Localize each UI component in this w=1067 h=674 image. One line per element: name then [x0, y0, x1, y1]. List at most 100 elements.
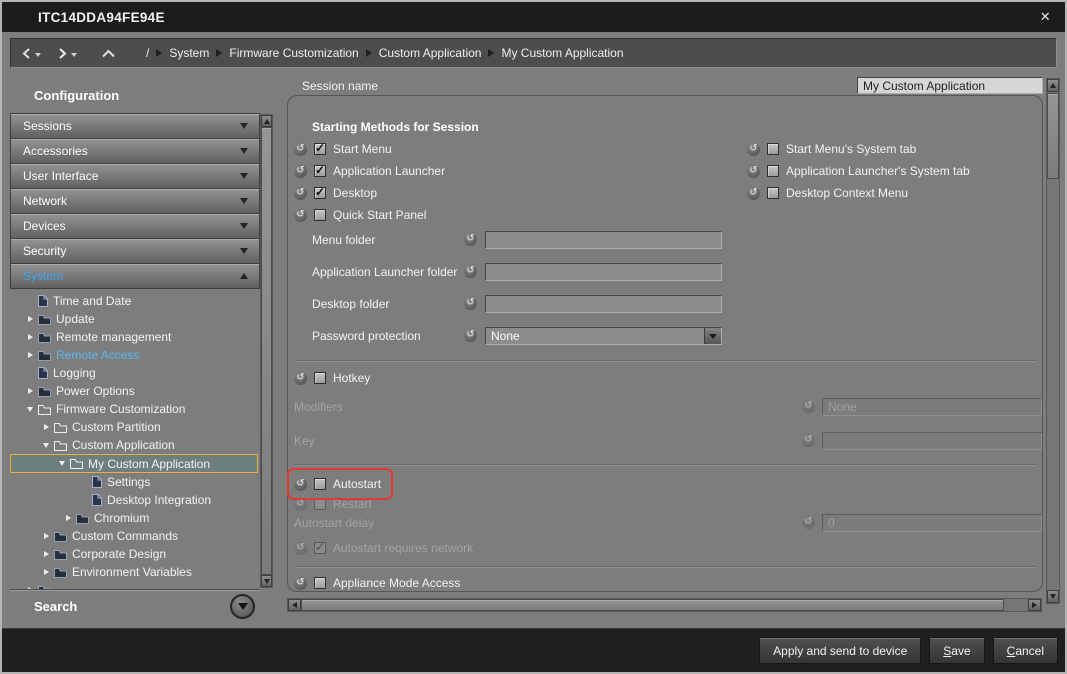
- apply-and-send-button[interactable]: Apply and send to device: [759, 637, 921, 664]
- reset-icon[interactable]: ↺: [294, 143, 307, 156]
- sidebar-section-security[interactable]: Security: [10, 238, 260, 263]
- scroll-right-button[interactable]: [1028, 599, 1041, 611]
- tree-item-corporate-design[interactable]: Corporate Design: [10, 545, 260, 563]
- start-menu-checkbox[interactable]: [314, 143, 326, 155]
- expander-right-icon[interactable]: [24, 388, 36, 394]
- arrow-down-icon: [1050, 594, 1056, 599]
- quick-start-panel-checkbox[interactable]: [314, 209, 326, 221]
- tree-item-label: Time and Date: [53, 294, 131, 308]
- tree-item-custom-application[interactable]: Custom Application: [10, 436, 260, 454]
- expander-down-icon[interactable]: [40, 443, 52, 448]
- scroll-down-button[interactable]: [1047, 590, 1059, 603]
- tree-item-remote-access[interactable]: Remote Access: [10, 346, 260, 364]
- expander-right-icon[interactable]: [40, 424, 52, 430]
- tree-item-logging[interactable]: Logging: [10, 364, 260, 382]
- expander-right-icon[interactable]: [24, 334, 36, 340]
- reset-icon[interactable]: ↺: [747, 187, 760, 200]
- tree-item-environment-variables[interactable]: Environment Variables: [10, 563, 260, 581]
- reset-icon[interactable]: ↺: [464, 233, 477, 246]
- expander-right-icon[interactable]: [62, 515, 74, 521]
- hotkey-checkbox[interactable]: [314, 372, 326, 384]
- up-button[interactable]: [101, 49, 116, 58]
- close-icon[interactable]: ✕: [1040, 9, 1051, 25]
- breadcrumb-item-custom-application[interactable]: Custom Application: [379, 46, 482, 60]
- tree-item-desktop-integration[interactable]: Desktop Integration: [10, 491, 260, 509]
- sidebar-section-network[interactable]: Network: [10, 188, 260, 213]
- reset-icon[interactable]: ↺: [294, 209, 307, 222]
- dropdown-arrow-button[interactable]: [704, 328, 721, 344]
- tree-item-chromium[interactable]: Chromium: [10, 509, 260, 527]
- breadcrumb-item-firmware-customization[interactable]: Firmware Customization: [229, 46, 358, 60]
- sidebar-scrollbar[interactable]: [260, 114, 273, 588]
- reset-icon[interactable]: ↺: [464, 265, 477, 278]
- reset-icon[interactable]: ↺: [464, 329, 477, 342]
- tree-item-update[interactable]: Update: [10, 310, 260, 328]
- tree-item-my-custom-application[interactable]: My Custom Application: [10, 454, 258, 473]
- reset-icon[interactable]: ↺: [294, 577, 307, 590]
- tree-item-settings[interactable]: Settings: [10, 473, 260, 491]
- breadcrumb-item-system[interactable]: System: [169, 46, 209, 60]
- session-name-input[interactable]: My Custom Application: [857, 77, 1043, 94]
- desktop-checkbox[interactable]: [314, 187, 326, 199]
- reset-icon[interactable]: ↺: [747, 143, 760, 156]
- expander-down-icon[interactable]: [56, 461, 68, 466]
- tree-item-firmware-customization[interactable]: Firmware Customization: [10, 400, 260, 418]
- sidebar-section-devices[interactable]: Devices: [10, 213, 260, 238]
- cancel-button[interactable]: Cancel: [993, 637, 1058, 664]
- appliance-mode-access-checkbox[interactable]: [314, 577, 326, 589]
- reset-icon[interactable]: ↺: [464, 297, 477, 310]
- breadcrumb-item-my-custom-application[interactable]: My Custom Application: [501, 46, 623, 60]
- scrollbar-thumb[interactable]: [1047, 93, 1059, 179]
- autostart-checkbox[interactable]: [314, 478, 326, 490]
- expander-right-icon[interactable]: [40, 569, 52, 575]
- tree-item-power-options[interactable]: Power Options: [10, 382, 260, 400]
- tree-item-custom-commands[interactable]: Custom Commands: [10, 527, 260, 545]
- scroll-up-button[interactable]: [1047, 79, 1059, 92]
- sidebar-section-accessories[interactable]: Accessories: [10, 138, 260, 163]
- tree-item-remote-management[interactable]: Remote management: [10, 328, 260, 346]
- reset-icon[interactable]: ↺: [294, 165, 307, 178]
- menu-folder-input[interactable]: [485, 231, 722, 249]
- expander-right-icon[interactable]: [40, 551, 52, 557]
- dropdown-caret-icon[interactable]: [35, 53, 41, 57]
- reset-icon[interactable]: ↺: [747, 165, 760, 178]
- reset-icon[interactable]: ↺: [294, 478, 307, 491]
- chevron-up-icon: [240, 273, 248, 279]
- desktop-folder-input[interactable]: [485, 295, 722, 313]
- tree-item-custom-partition[interactable]: Custom Partition: [10, 418, 260, 436]
- back-button[interactable]: [21, 47, 41, 60]
- scrollbar-thumb[interactable]: [301, 599, 1004, 611]
- application-launcher-checkbox[interactable]: [314, 165, 326, 177]
- tree-item-time-and-date[interactable]: Time and Date: [10, 292, 260, 310]
- content-vertical-scrollbar[interactable]: [1046, 78, 1060, 604]
- start-menu-system-tab-checkbox[interactable]: [767, 143, 779, 155]
- breadcrumb-root[interactable]: /: [146, 46, 149, 60]
- folder-icon: [54, 549, 67, 560]
- restart-row: ↺Restart: [294, 496, 372, 512]
- desktop-context-menu-checkbox[interactable]: [767, 187, 779, 199]
- sidebar-section-system[interactable]: System: [10, 263, 260, 288]
- scroll-left-button[interactable]: [288, 599, 301, 611]
- field-label: Application Launcher folder: [312, 265, 457, 279]
- password-protection-dropdown[interactable]: None: [485, 327, 722, 345]
- tree-item-partial[interactable]: [10, 581, 260, 589]
- reset-icon[interactable]: ↺: [294, 187, 307, 200]
- expander-right-icon[interactable]: [24, 352, 36, 358]
- dropdown-caret-icon[interactable]: [71, 53, 77, 57]
- forward-button[interactable]: [57, 47, 77, 60]
- search-expand-button[interactable]: [230, 594, 255, 619]
- sidebar-section-user-interface[interactable]: User Interface: [10, 163, 260, 188]
- application-launcher-folder-input[interactable]: [485, 263, 722, 281]
- expander-down-icon[interactable]: [24, 407, 36, 412]
- content-horizontal-scrollbar[interactable]: [287, 598, 1042, 612]
- scroll-down-button[interactable]: [261, 575, 272, 587]
- application-launcher-system-tab-checkbox[interactable]: [767, 165, 779, 177]
- scrollbar-thumb[interactable]: [261, 127, 272, 575]
- expander-right-icon[interactable]: [40, 533, 52, 539]
- save-button[interactable]: Save: [929, 637, 984, 664]
- sidebar-section-sessions[interactable]: Sessions: [10, 113, 260, 138]
- expander-right-icon[interactable]: [24, 316, 36, 322]
- scroll-up-button[interactable]: [261, 115, 272, 127]
- reset-icon[interactable]: ↺: [294, 372, 307, 385]
- settings-panel: Session name My Custom Application Start…: [274, 76, 1046, 630]
